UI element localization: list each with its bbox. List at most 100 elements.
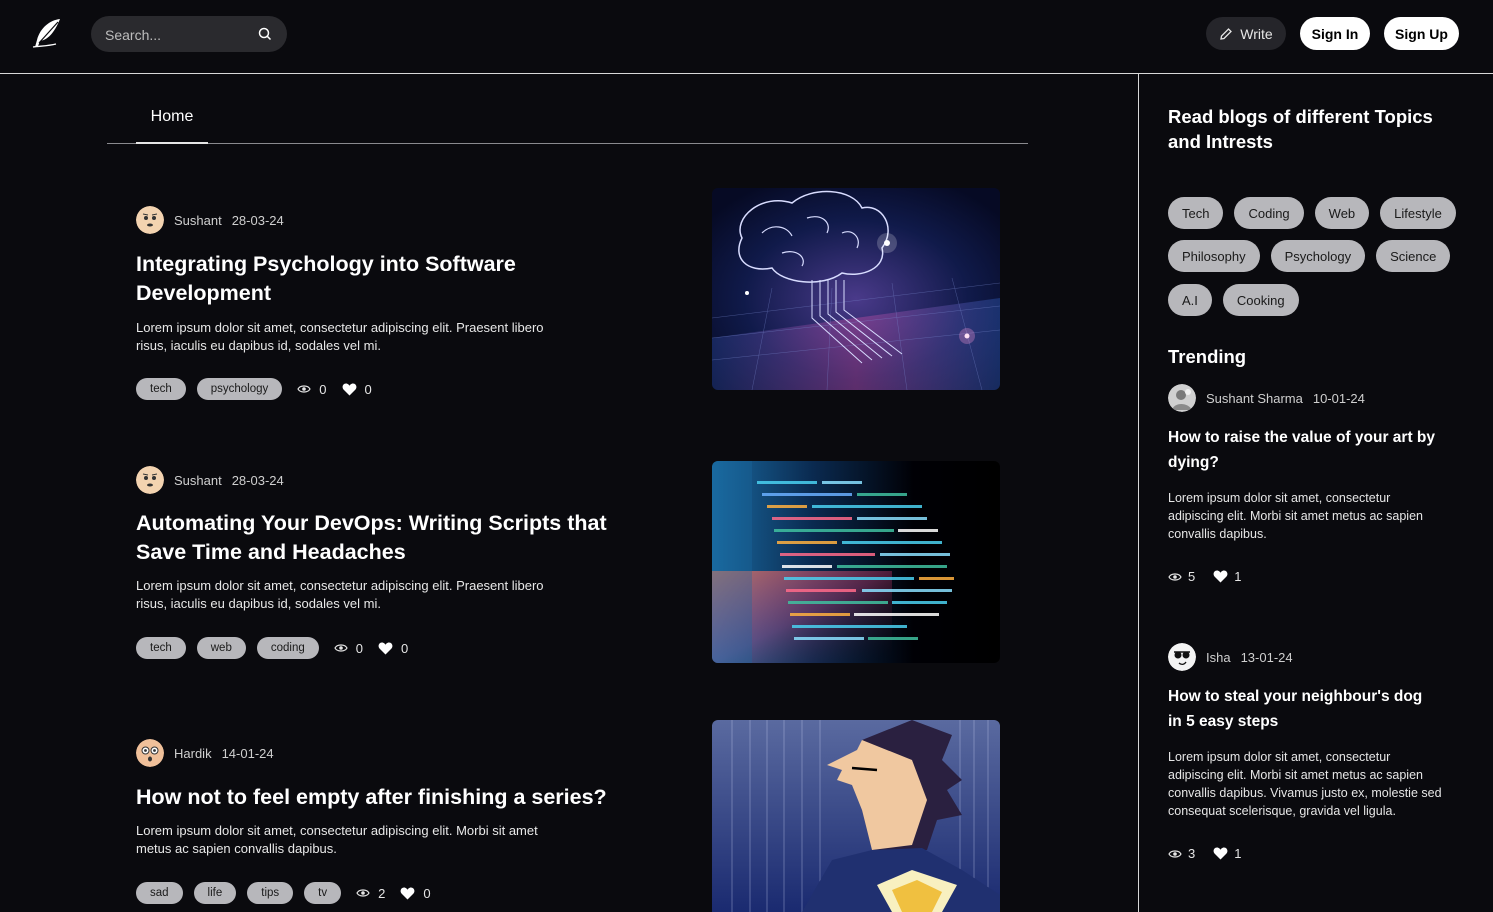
- post-title[interactable]: Automating Your DevOps: Writing Scripts …: [136, 509, 626, 567]
- feather-logo-icon[interactable]: [30, 16, 64, 50]
- heart-icon[interactable]: [1213, 847, 1228, 860]
- tag-chip[interactable]: sad: [136, 882, 183, 904]
- views-count: 3: [1188, 846, 1196, 861]
- topic-chip[interactable]: Lifestyle: [1380, 197, 1456, 229]
- post-date: 28-03-24: [231, 472, 284, 488]
- topic-chip[interactable]: A.I: [1168, 284, 1212, 316]
- heart-icon[interactable]: [400, 887, 415, 900]
- post-date: 28-03-24: [231, 212, 284, 228]
- trending-stats: 3 1: [1168, 846, 1241, 861]
- write-label: Write: [1240, 25, 1273, 42]
- post-author[interactable]: Sushant: [174, 473, 222, 488]
- topic-row: A.I Cooking: [1168, 284, 1299, 316]
- post-thumbnail[interactable]: [712, 188, 1000, 390]
- avatar[interactable]: [1168, 643, 1196, 671]
- sidebar-divider: [1138, 74, 1139, 912]
- trending-meta: Isha 13-01-24: [1168, 643, 1293, 671]
- views-stat: 2: [356, 886, 385, 901]
- heart-icon[interactable]: [378, 642, 393, 655]
- heart-icon[interactable]: [1213, 570, 1228, 583]
- eye-icon: [356, 889, 370, 897]
- trending-author[interactable]: Isha: [1206, 650, 1231, 665]
- topic-chip[interactable]: Philosophy: [1168, 240, 1260, 272]
- likes-stat[interactable]: 0: [378, 641, 408, 656]
- views-count: 5: [1188, 569, 1196, 584]
- trending-date: 13-01-24: [1240, 649, 1293, 665]
- trending-title[interactable]: How to raise the value of your art by dy…: [1168, 425, 1438, 475]
- tag-chip[interactable]: tech: [136, 378, 186, 400]
- post-meta: Hardik 14-01-24: [136, 739, 274, 767]
- tag-chip[interactable]: web: [196, 637, 246, 659]
- topic-chip[interactable]: Cooking: [1222, 284, 1299, 316]
- trending-author[interactable]: Sushant Sharma: [1206, 391, 1303, 406]
- topic-chip[interactable]: Web: [1314, 197, 1370, 229]
- sidebar-heading: Read blogs of different Topics and Intre…: [1168, 106, 1433, 152]
- post-tags: tech psychology 0 0: [136, 378, 372, 400]
- avatar[interactable]: [136, 206, 164, 234]
- trending-heading: Trending: [1168, 346, 1247, 367]
- avatar[interactable]: [1168, 384, 1196, 412]
- search-input[interactable]: [105, 25, 245, 45]
- post-thumbnail[interactable]: [712, 720, 1000, 912]
- likes-stat[interactable]: 0: [400, 885, 431, 901]
- likes-count: 0: [423, 885, 431, 901]
- post-excerpt: Lorem ipsum dolor sit amet, consectetur …: [136, 320, 544, 353]
- post-meta: Sushant 28-03-24: [136, 466, 284, 494]
- post-excerpt: Lorem ipsum dolor sit amet, consectetur …: [136, 823, 538, 856]
- topic-chip[interactable]: Psychology: [1270, 240, 1366, 272]
- trending-excerpt: Lorem ipsum dolor sit amet, consectetur …: [1168, 750, 1442, 818]
- topic-row: Tech Coding Web Lifestyle: [1168, 197, 1456, 229]
- views-count: 0: [319, 381, 327, 397]
- trending-stats: 5 1: [1168, 569, 1241, 584]
- likes-count: 1: [1234, 846, 1242, 861]
- eye-icon: [297, 385, 311, 393]
- likes-count: 1: [1234, 569, 1242, 584]
- feed-tabs: Home: [107, 96, 1028, 144]
- pencil-icon: [1220, 27, 1233, 40]
- post-date: 14-01-24: [221, 745, 274, 761]
- likes-count: 0: [364, 381, 372, 397]
- search-icon[interactable]: [257, 26, 273, 42]
- trending-meta: Sushant Sharma 10-01-24: [1168, 384, 1365, 412]
- views-count: 2: [378, 885, 386, 901]
- topic-chip[interactable]: Science: [1376, 240, 1451, 272]
- post-tags: tech web coding 0 0: [136, 637, 408, 659]
- heart-icon[interactable]: [342, 383, 357, 396]
- views-stat: 0: [297, 381, 327, 397]
- sign-up-button[interactable]: Sign Up: [1384, 17, 1459, 50]
- sign-in-button[interactable]: Sign In: [1300, 17, 1370, 50]
- topic-chip[interactable]: Tech: [1168, 197, 1224, 229]
- post-author[interactable]: Sushant: [174, 213, 222, 228]
- avatar[interactable]: [136, 739, 164, 767]
- post-author[interactable]: Hardik: [174, 746, 212, 761]
- write-button[interactable]: Write: [1206, 17, 1286, 50]
- search-bar: [91, 16, 287, 52]
- tag-chip[interactable]: life: [193, 882, 237, 904]
- tag-chip[interactable]: tech: [136, 637, 186, 659]
- post-meta: Sushant 28-03-24: [136, 206, 284, 234]
- post-tags: sad life tips tv 2 0: [136, 882, 431, 904]
- post-thumbnail[interactable]: [712, 461, 1000, 663]
- views-stat: 0: [334, 641, 363, 656]
- tag-chip[interactable]: tips: [247, 882, 294, 904]
- avatar[interactable]: [136, 466, 164, 494]
- tag-chip[interactable]: psychology: [196, 378, 283, 400]
- trending-title[interactable]: How to steal your neighbour's dog in 5 e…: [1168, 684, 1438, 734]
- trending-excerpt: Lorem ipsum dolor sit amet, consectetur …: [1168, 491, 1423, 541]
- topic-chip[interactable]: Coding: [1234, 197, 1304, 229]
- likes-count: 0: [400, 640, 409, 656]
- views-count: 0: [355, 640, 363, 656]
- topic-row: Philosophy Psychology Science: [1168, 240, 1451, 272]
- likes-stat[interactable]: 0: [342, 382, 372, 397]
- trending-date: 10-01-24: [1312, 390, 1365, 406]
- eye-icon: [1168, 572, 1182, 581]
- post-title[interactable]: Integrating Psychology into Software Dev…: [136, 250, 626, 308]
- post-excerpt: Lorem ipsum dolor sit amet, consectetur …: [136, 578, 544, 611]
- post-title[interactable]: How not to feel empty after finishing a …: [136, 783, 636, 812]
- tag-chip[interactable]: coding: [256, 637, 319, 659]
- top-navbar: Write Sign In Sign Up: [0, 0, 1493, 74]
- tag-chip[interactable]: tv: [304, 882, 342, 904]
- eye-icon: [1168, 849, 1182, 858]
- eye-icon: [334, 644, 348, 652]
- tab-home[interactable]: Home: [136, 96, 208, 144]
